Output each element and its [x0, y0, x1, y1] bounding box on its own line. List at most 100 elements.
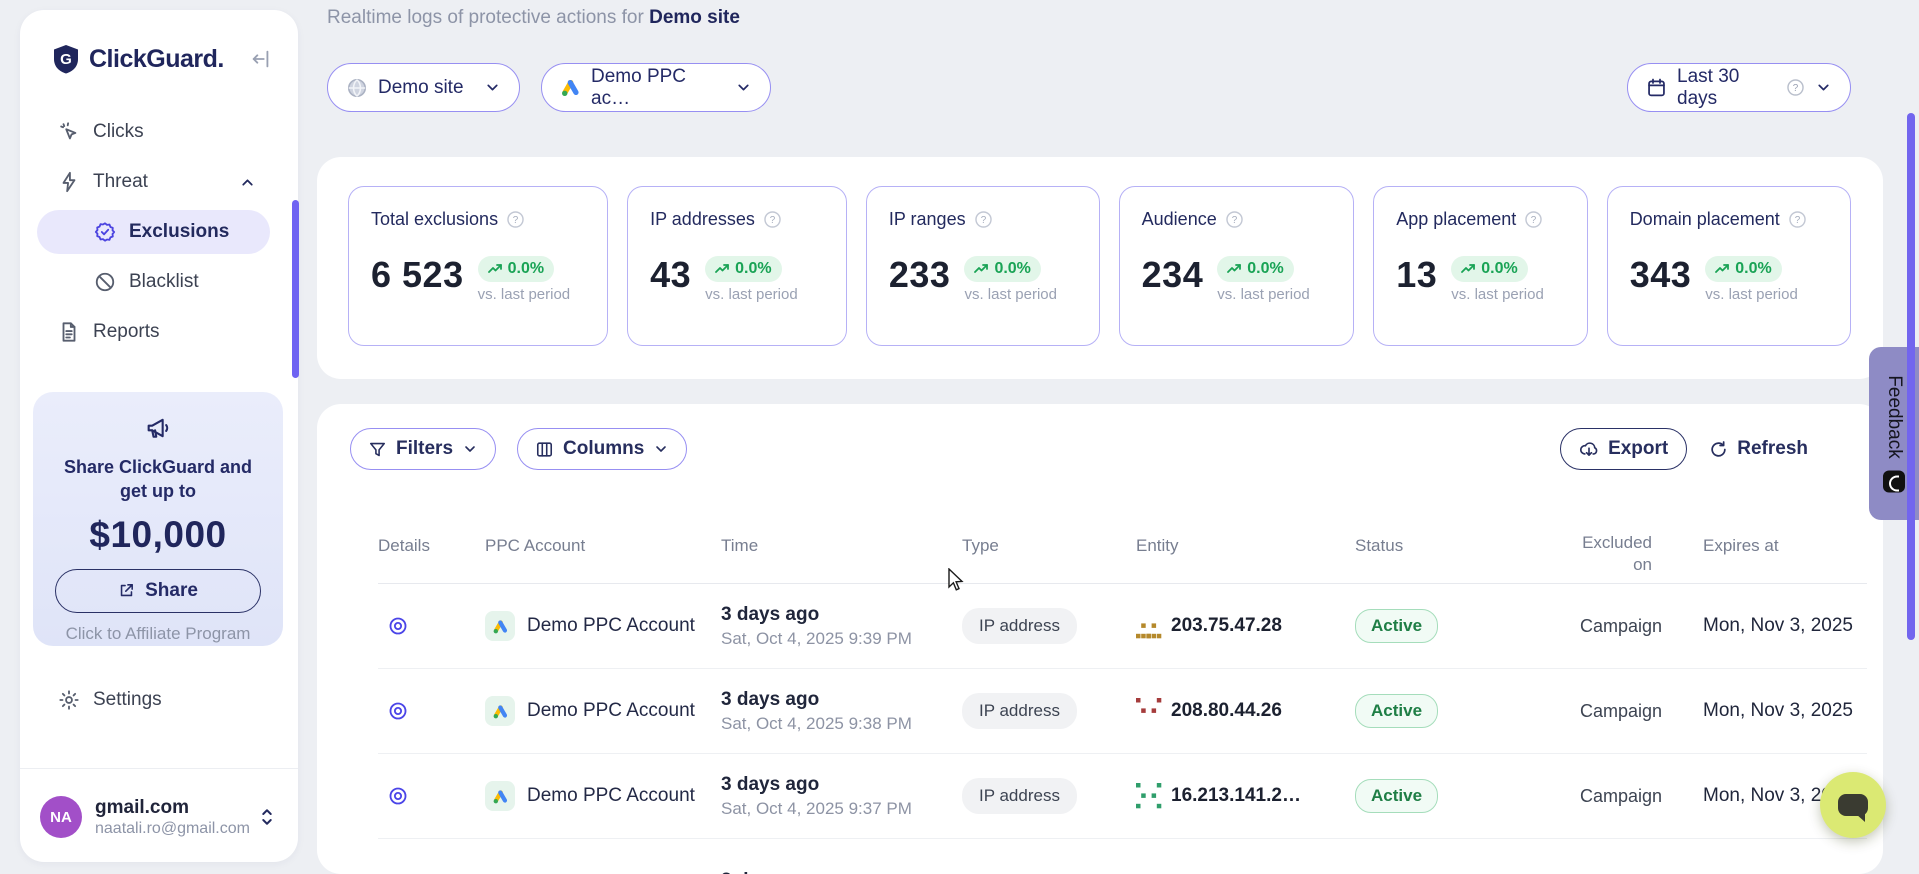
- table-row: Demo PPC Account 3 days agoSat, Oct 4, 2…: [378, 584, 1867, 669]
- status-badge: Active: [1355, 779, 1438, 813]
- columns-button[interactable]: Columns: [517, 428, 687, 470]
- google-ads-icon: [485, 611, 515, 641]
- svg-text:?: ?: [980, 215, 986, 226]
- stat-value: 6 523: [371, 254, 464, 295]
- sidebar-scrollbar-thumb[interactable]: [292, 200, 299, 378]
- chat-bubble-icon: [1838, 794, 1868, 816]
- help-circle-icon[interactable]: ?: [506, 210, 525, 229]
- excluded-on-value: Campaign: [1580, 616, 1703, 637]
- status-badge: Active: [1355, 694, 1438, 728]
- type-chip: IP address: [962, 693, 1077, 729]
- filters-button[interactable]: Filters: [350, 428, 496, 470]
- badge-check-icon: [94, 221, 116, 243]
- table-row-partial: 3 days ago: [378, 839, 1867, 874]
- ppc-account-selector[interactable]: Demo PPC ac…: [541, 63, 771, 112]
- time-relative: 3 days ago: [721, 870, 962, 874]
- expires-at-value: Mon, Nov 3, 2025: [1703, 700, 1867, 722]
- help-circle-icon[interactable]: ?: [1788, 210, 1807, 229]
- sidebar-item-settings[interactable]: Settings: [20, 675, 298, 725]
- trend-badge: 0.0%: [1217, 256, 1293, 282]
- view-details-icon[interactable]: [387, 785, 485, 807]
- sidebar-item-threat[interactable]: Threat: [20, 157, 298, 207]
- account-email: naatali.ro@gmail.com: [95, 820, 250, 838]
- identicon: [1136, 698, 1162, 724]
- help-circle-icon[interactable]: ?: [763, 210, 782, 229]
- chevron-down-icon: [484, 79, 501, 96]
- stat-sub: vs. last period: [1705, 286, 1798, 303]
- col-header-entity: Entity: [1136, 530, 1355, 556]
- stat-card-total-exclusions: Total exclusions? 6 523 0.0% vs. last pe…: [348, 186, 608, 346]
- svg-text:?: ?: [1793, 83, 1799, 94]
- table-row: Demo PPC Account 3 days agoSat, Oct 4, 2…: [378, 669, 1867, 754]
- trend-up-icon: [974, 263, 989, 275]
- external-link-icon: [118, 582, 135, 599]
- excluded-on-value: Campaign: [1580, 786, 1703, 807]
- table-row: Demo PPC Account 3 days agoSat, Oct 4, 2…: [378, 754, 1867, 839]
- cursor-click-icon: [58, 121, 80, 143]
- excluded-on-value: Campaign: [1580, 701, 1703, 722]
- google-ads-icon: [560, 77, 581, 98]
- status-badge: Active: [1355, 609, 1438, 643]
- sidebar-item-exclusions[interactable]: Exclusions: [37, 210, 270, 254]
- help-circle-icon[interactable]: ?: [974, 210, 993, 229]
- stat-sub: vs. last period: [478, 286, 571, 303]
- entity-value: 16.213.141.2…: [1171, 785, 1301, 807]
- gear-icon: [58, 689, 80, 711]
- svg-text:?: ?: [513, 215, 519, 226]
- exclusions-table-panel: Filters Columns Export Refresh Details P…: [317, 404, 1883, 874]
- stat-sub: vs. last period: [705, 286, 798, 303]
- stat-label: IP ranges: [889, 209, 966, 230]
- feedback-label: Feedback: [1883, 375, 1905, 458]
- col-header-type: Type: [962, 530, 1136, 556]
- identicon: [1136, 613, 1162, 639]
- affiliate-link[interactable]: Click to Affiliate Program: [33, 624, 283, 644]
- stat-value: 43: [650, 254, 691, 295]
- chevron-down-icon: [462, 441, 478, 457]
- stat-cards-row: Total exclusions? 6 523 0.0% vs. last pe…: [317, 157, 1883, 346]
- chevron-updown-icon: [258, 807, 276, 827]
- type-chip: IP address: [962, 608, 1077, 644]
- sidebar-item-reports[interactable]: Reports: [20, 307, 298, 357]
- date-range-selector[interactable]: Last 30 days ?: [1627, 63, 1851, 112]
- google-ads-icon: [485, 696, 515, 726]
- help-circle-icon[interactable]: ?: [1524, 210, 1543, 229]
- time-full: Sat, Oct 4, 2025 9:39 PM: [721, 629, 962, 649]
- sidebar-item-label: Threat: [93, 171, 148, 193]
- subtitle-site-name: Demo site: [649, 7, 740, 28]
- trend-up-icon: [1715, 263, 1730, 275]
- time-relative: 3 days ago: [721, 604, 962, 626]
- view-details-icon[interactable]: [387, 700, 485, 722]
- stat-card-ip-ranges: IP ranges? 233 0.0% vs. last period: [866, 186, 1100, 346]
- trend-up-icon: [488, 263, 503, 275]
- time-relative: 3 days ago: [721, 689, 962, 711]
- sidebar-item-clicks[interactable]: Clicks: [20, 107, 298, 157]
- sidebar-collapse-icon[interactable]: [250, 48, 272, 70]
- refresh-button[interactable]: Refresh: [1709, 428, 1808, 470]
- share-button[interactable]: Share: [55, 569, 261, 613]
- time-full: Sat, Oct 4, 2025 9:38 PM: [721, 714, 962, 734]
- identicon: [1136, 783, 1162, 809]
- help-circle-icon[interactable]: ?: [1225, 210, 1244, 229]
- stat-card-domain-placement: Domain placement? 343 0.0% vs. last peri…: [1607, 186, 1851, 346]
- stat-value: 233: [889, 254, 951, 295]
- trend-up-icon: [715, 263, 730, 275]
- chat-launcher-button[interactable]: [1820, 772, 1886, 838]
- sidebar-item-blacklist[interactable]: Blacklist: [20, 257, 298, 307]
- view-details-icon[interactable]: [387, 615, 485, 637]
- trend-badge: 0.0%: [1451, 256, 1527, 282]
- affiliate-promo-card[interactable]: Share ClickGuard and get up to $10,000 S…: [33, 392, 283, 646]
- account-info: gmail.com naatali.ro@gmail.com: [95, 797, 250, 838]
- promo-amount: $10,000: [33, 514, 283, 556]
- site-selector[interactable]: Demo site: [327, 63, 520, 112]
- app-title: ClickGuard.: [89, 45, 224, 74]
- col-header-excluded-on: Excluded on: [1580, 530, 1703, 576]
- trend-badge: 0.0%: [964, 256, 1040, 282]
- sidebar: G ClickGuard. Clicks Threat Excl: [20, 10, 298, 862]
- account-switcher[interactable]: NA gmail.com naatali.ro@gmail.com: [20, 784, 298, 850]
- export-button[interactable]: Export: [1560, 428, 1687, 470]
- sidebar-item-label: Clicks: [93, 121, 144, 143]
- page-scrollbar-thumb[interactable]: [1907, 113, 1915, 640]
- avatar: NA: [40, 796, 82, 838]
- stat-value: 343: [1630, 254, 1692, 295]
- sidebar-item-label: Settings: [93, 689, 162, 711]
